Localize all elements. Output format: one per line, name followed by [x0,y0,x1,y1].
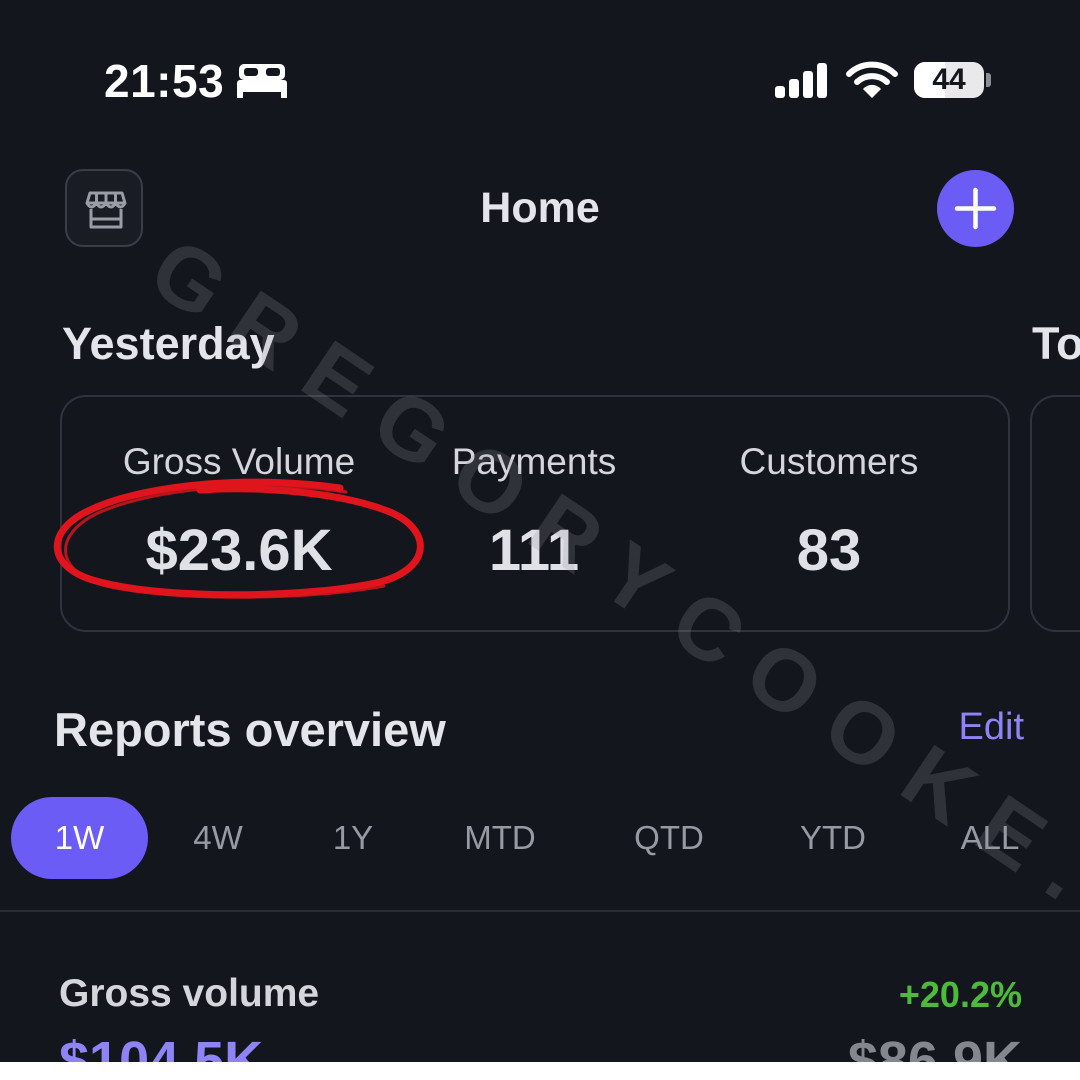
section-heading-yesterday: Yesterday [62,318,275,369]
summary-card-next[interactable] [1030,395,1080,632]
tab-1w[interactable]: 1W [11,797,148,879]
section-heading-next: To [1032,318,1080,369]
gross-volume-previous: $86.9K [847,1031,1022,1062]
bed-icon [237,64,287,98]
app-screen: 21:53 44 Home Yesterday To Gross Volume … [0,0,1080,1062]
stat-value-gross-volume: $23.6K [145,518,333,583]
stat-value-customers: 83 [796,518,862,583]
add-button[interactable] [937,170,1014,247]
tab-qtd[interactable]: QTD [614,797,724,879]
edit-button[interactable]: Edit [959,706,1024,749]
divider [0,910,1080,912]
tab-all[interactable]: ALL [940,797,1040,879]
cellular-signal-icon [775,63,827,98]
page-title: Home [480,184,600,232]
summary-card[interactable] [60,395,1010,632]
tab-mtd[interactable]: MTD [445,797,555,879]
tab-1y[interactable]: 1Y [303,797,403,879]
gross-volume-change: +20.2% [898,974,1022,1015]
battery-percentage: 44 [932,63,966,96]
stat-value-payments: 111 [488,518,580,583]
reports-overview-title: Reports overview [54,703,446,756]
battery-icon: 44 [914,62,984,98]
wifi-icon [846,61,898,98]
stat-label-customers: Customers [739,441,919,482]
battery-tip [986,73,991,87]
gross-volume-label[interactable]: Gross volume [59,972,319,1016]
tab-4w[interactable]: 4W [168,797,268,879]
status-time: 21:53 [104,55,225,107]
tab-ytd[interactable]: YTD [778,797,888,879]
plus-icon [954,187,997,230]
stat-label-gross-volume: Gross Volume [122,441,356,482]
stat-label-payments: Payments [451,441,617,482]
gross-volume-current: $104.5K [59,1031,264,1062]
